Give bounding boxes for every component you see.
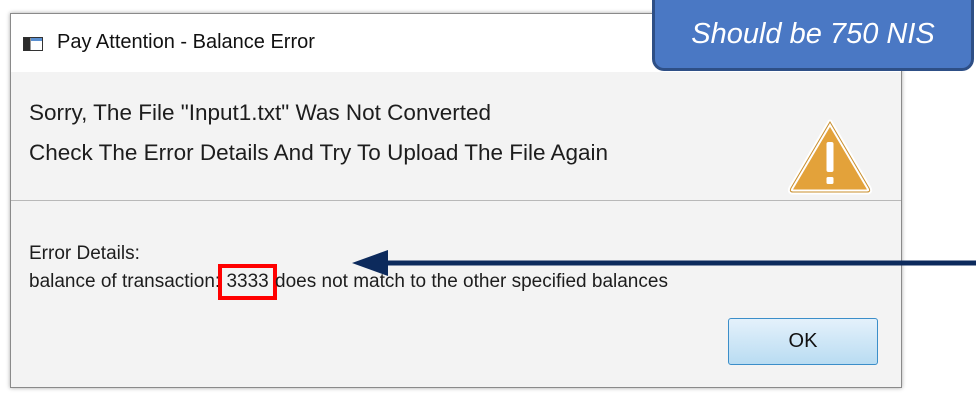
annotation-callout: Should be 750 NIS xyxy=(652,0,974,71)
warning-icon xyxy=(787,119,873,195)
header-message-line1: Sorry, The File "Input1.txt" Was Not Con… xyxy=(29,100,491,125)
dialog-header: Sorry, The File "Input1.txt" Was Not Con… xyxy=(11,72,901,201)
dialog-title: Pay Attention - Balance Error xyxy=(57,31,315,53)
header-message-line2: Check The Error Details And Try To Uploa… xyxy=(29,140,609,165)
highlighted-balance-value: 3333 xyxy=(218,264,277,300)
details-text-after: does not match to the other specified ba… xyxy=(269,271,668,292)
app-window-icon xyxy=(23,37,43,51)
details-text-before: balance of transaction: xyxy=(29,271,226,292)
ok-button[interactable]: OK xyxy=(728,318,878,365)
callout-text: Should be 750 NIS xyxy=(691,17,935,50)
error-details-message: balance of transaction: 3333 does not ma… xyxy=(29,264,668,300)
error-details-label: Error Details: xyxy=(29,243,140,264)
